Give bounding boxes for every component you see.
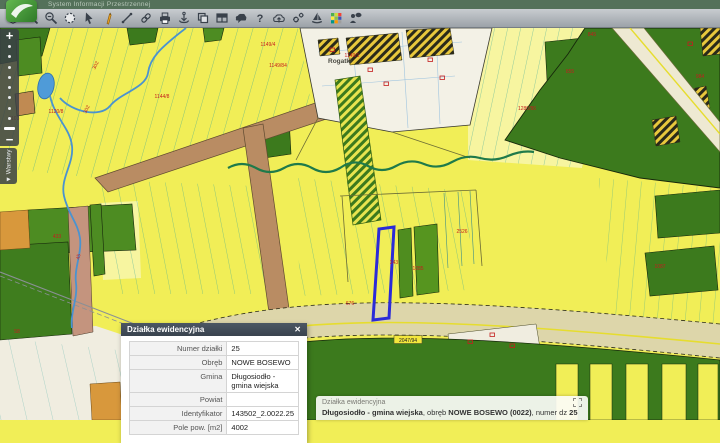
select-area-icon[interactable] — [63, 11, 77, 25]
pointer-icon[interactable] — [82, 11, 96, 25]
app-header: System Informacji Przestrzennej — [0, 0, 720, 9]
user-note-icon[interactable] — [348, 11, 362, 25]
info-bar-title: Działka ewidencyjna — [322, 399, 385, 406]
table-row: GminaDługosiodło - gmina wiejska — [130, 370, 299, 393]
draw-line-icon[interactable] — [120, 11, 134, 25]
svg-text:?: ? — [257, 13, 264, 25]
app-logo-icon[interactable] — [6, 0, 37, 22]
help-icon[interactable]: ? — [253, 11, 267, 25]
sailboat-icon[interactable] — [310, 11, 324, 25]
zoom-slider-handle[interactable] — [4, 127, 15, 130]
comment-icon[interactable] — [234, 11, 248, 25]
measure-icon[interactable] — [101, 11, 115, 25]
parcel-label: 1280/86 — [518, 106, 536, 112]
parcel-label: 1149/4 — [261, 42, 276, 48]
road-number-label: 2047/94 — [399, 338, 417, 344]
parcel-label: 845 — [588, 32, 597, 38]
table-row: ObrębNOWE BOSEWO — [130, 356, 299, 370]
table-row: Pole pow. [m2]4002 — [130, 421, 299, 435]
panels-icon[interactable] — [215, 11, 229, 25]
print-icon[interactable] — [158, 11, 172, 25]
cloud-upload-icon[interactable] — [272, 11, 286, 25]
parcel-label: 1144/8 — [155, 94, 170, 100]
parcel-label: 1120/8 — [49, 109, 64, 115]
parcel-attributes-table: Numer działki25 ObrębNOWE BOSEWO GminaDł… — [129, 341, 299, 435]
link-icon[interactable] — [139, 11, 153, 25]
settings-icon[interactable] — [291, 11, 305, 25]
table-row: Powiat — [130, 393, 299, 407]
parcel-label: 676 — [346, 301, 355, 307]
app-title: System Informacji Przestrzennej — [48, 1, 151, 8]
parcel-label: 855 — [566, 69, 575, 75]
popup-title: Działka ewidencyjna — [127, 323, 204, 336]
table-row: Identyfikator143502_2.0022.25 — [130, 407, 299, 421]
parcel-label: 1149/84 — [269, 63, 287, 69]
zoom-out-button[interactable]: − — [6, 133, 14, 146]
map-canvas[interactable]: 1149/41149/841149/18458551280/8630230211… — [0, 28, 720, 420]
toolbar: ? — [0, 9, 720, 28]
parcel-info-popup: Działka ewidencyjna ✕ Numer działki25 Ob… — [121, 323, 307, 443]
copy-icon[interactable] — [196, 11, 210, 25]
zoom-in-button[interactable]: + — [6, 29, 14, 42]
layers-tab-label: ▼ Warstwy — [5, 150, 12, 183]
parcel-label: 984 — [696, 74, 705, 80]
parcel-label: 1087 — [654, 264, 665, 270]
village-area — [300, 28, 492, 132]
zoom-out-icon[interactable] — [44, 11, 58, 25]
palette-icon[interactable] — [329, 11, 343, 25]
parcel-label: 58 — [14, 329, 20, 335]
selection-info-bar: Działka ewidencyjna Długosiodło - gmina … — [316, 396, 588, 420]
selection-summary: Długosiodło - gmina wiejska, obręb NOWE … — [322, 408, 582, 417]
panel-expand-icon[interactable] — [573, 398, 582, 407]
parcel-label: 1285 — [412, 266, 423, 272]
zoom-slider[interactable] — [4, 42, 15, 133]
parcel-label: 433 — [53, 234, 62, 240]
parcel-label: 243 — [390, 260, 399, 266]
map-zoom-control: + − — [0, 29, 19, 146]
layers-panel-tab[interactable]: ▼ Warstwy — [0, 148, 17, 184]
village-label: Rogatki — [328, 58, 352, 65]
table-row: Numer działki25 — [130, 342, 299, 356]
anchor-icon[interactable] — [177, 11, 191, 25]
close-icon[interactable]: ✕ — [294, 323, 301, 336]
parcel-label: 2526 — [456, 229, 467, 235]
popup-header[interactable]: Działka ewidencyjna ✕ — [121, 323, 307, 336]
